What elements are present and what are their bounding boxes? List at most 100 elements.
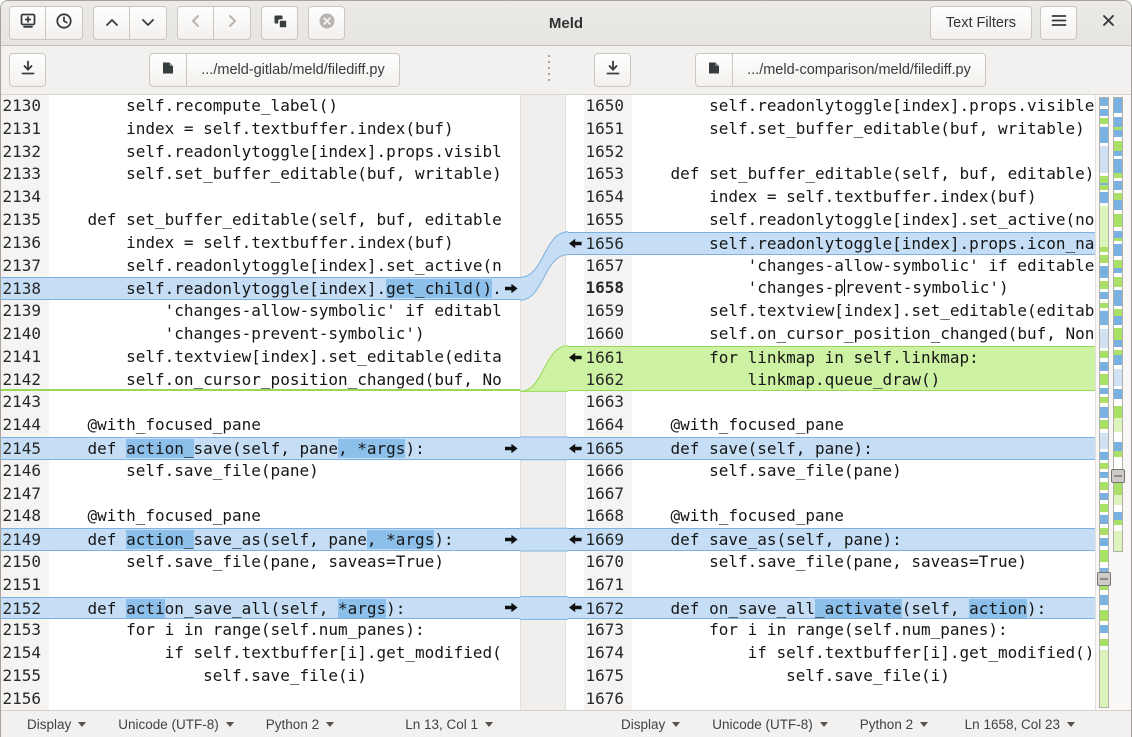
cursor-position-left[interactable]: Ln 13, Col 1 (405, 717, 493, 732)
code-text[interactable] (632, 688, 1095, 710)
code-text[interactable]: def action_save(self, pane, *args): (49, 438, 502, 459)
code-text[interactable]: @with_focused_pane (49, 414, 502, 437)
code-text[interactable] (632, 574, 1095, 597)
code-text[interactable] (49, 688, 502, 710)
encoding-dropdown-left[interactable]: Unicode (UTF-8) (118, 717, 234, 732)
chunk-map-right[interactable] (1111, 97, 1125, 552)
code-text[interactable]: self.textview[index].set_editable(editab… (632, 300, 1095, 323)
code-text[interactable]: 'changes-allow-symbolic' if editable els… (632, 255, 1095, 278)
display-dropdown-left[interactable]: Display (27, 717, 87, 732)
code-text[interactable]: for i in range(self.num_panes): (49, 619, 502, 642)
code-text[interactable]: def save(self, pane): (632, 438, 1095, 459)
code-text[interactable]: 'changes-prevent-symbolic') (632, 277, 1095, 300)
text-filters-button[interactable]: Text Filters (929, 6, 1032, 40)
menu-button[interactable] (1040, 6, 1077, 40)
code-text[interactable]: self.save_file(pane) (49, 460, 502, 483)
code-text[interactable]: for linkmap in self.linkmap: (632, 347, 1095, 369)
push-change-right-button[interactable] (502, 529, 520, 550)
code-text[interactable]: @with_focused_pane (49, 505, 502, 528)
encoding-dropdown-right[interactable]: Unicode (UTF-8) (712, 717, 828, 732)
code-text[interactable]: def set_buffer_editable(self, buf, edita… (49, 209, 502, 232)
next-change-button[interactable] (130, 6, 167, 40)
code-text[interactable]: self.textview[index].set_editable(editab… (49, 346, 502, 369)
display-dropdown-right[interactable]: Display (621, 717, 681, 732)
push-change-right-button[interactable] (502, 278, 520, 299)
code-text[interactable]: self.readonlytoggle[index].set_active(no… (49, 255, 502, 278)
code-text[interactable] (49, 186, 502, 209)
code-text[interactable]: def set_buffer_editable(self, buf, edita… (632, 163, 1095, 186)
copy-button[interactable] (261, 6, 298, 40)
code-text[interactable]: self.recompute_label() (49, 95, 502, 118)
code-text[interactable]: @with_focused_pane (632, 414, 1095, 437)
code-text[interactable]: self.set_buffer_editable(buf, writable) (49, 163, 502, 186)
code-text[interactable]: def action_save_as(self, pane, *args): (49, 529, 502, 550)
file-path-right[interactable]: .../meld-comparison/meld/filediff.py (733, 53, 986, 87)
code-text[interactable]: index = self.textbuffer.index(buf) (49, 118, 502, 141)
recent-comparisons-button[interactable] (46, 6, 83, 40)
code-text[interactable]: 'changes-prevent-symbolic') (49, 323, 502, 346)
line-number: 1669 (585, 530, 624, 550)
push-change-right-button[interactable] (502, 598, 520, 619)
action-gutter (502, 574, 520, 597)
code-text[interactable]: self.readonlytoggle[index].props.visible… (632, 95, 1095, 118)
minimap-segment (1114, 244, 1122, 257)
code-text[interactable]: self.save_file(pane, saveas=True) (49, 551, 502, 574)
code-text[interactable]: self.on_cursor_position_changed(buf, Non… (49, 369, 502, 390)
code-text[interactable]: index = self.textbuffer.index(buf) (49, 232, 502, 255)
code-line: 1672 def on_save_all_activate(self, acti… (566, 596, 1095, 620)
push-change-left-button[interactable] (566, 598, 584, 619)
code-text[interactable]: self.on_cursor_position_changed(buf, Non… (632, 323, 1095, 346)
action-gutter (566, 574, 584, 597)
minimap-scroll-handle[interactable] (1097, 572, 1111, 586)
code-text[interactable]: if self.textbuffer[i].get_modified(): (632, 642, 1095, 665)
code-text[interactable] (49, 391, 502, 414)
code-text[interactable] (632, 141, 1095, 164)
code-text[interactable]: linkmap.queue_draw() (632, 369, 1095, 391)
code-text[interactable]: for i in range(self.num_panes): (632, 619, 1095, 642)
left-text-pane[interactable]: 2130 self.recompute_label() 2131 index = … (1, 95, 520, 710)
code-text[interactable]: self.readonlytoggle[index].props.icon_na… (632, 233, 1095, 254)
syntax-dropdown-left[interactable]: Python 2 (266, 717, 335, 732)
code-text[interactable]: self.readonlytoggle[index].props.visible… (49, 141, 502, 164)
push-change-left-button[interactable] (566, 529, 584, 550)
open-file-right-button[interactable] (695, 53, 734, 87)
code-text[interactable]: self.readonlytoggle[index].get_child().p… (49, 278, 502, 299)
code-text[interactable]: @with_focused_pane (632, 505, 1095, 528)
code-text[interactable]: def save_as(self, pane): (632, 529, 1095, 550)
code-text[interactable]: 'changes-allow-symbolic' if editable els… (49, 300, 502, 323)
code-text[interactable]: self.readonlytoggle[index].set_active(no… (632, 209, 1095, 232)
minimap-segment (1114, 230, 1122, 238)
cursor-position-right[interactable]: Ln 1658, Col 23 (965, 717, 1075, 732)
syntax-dropdown-right[interactable]: Python 2 (860, 717, 929, 732)
push-change-left-button[interactable] (566, 438, 584, 459)
action-gutter (566, 460, 584, 483)
chunk-map-left[interactable] (1097, 97, 1111, 708)
push-change-left-button[interactable] (566, 233, 584, 254)
code-text[interactable]: self.save_file(pane, saveas=True) (632, 551, 1095, 574)
open-file-left-button[interactable] (149, 53, 188, 87)
file-path-left[interactable]: .../meld-gitlab/meld/filediff.py (187, 53, 400, 87)
code-text[interactable] (49, 483, 502, 506)
save-right-button[interactable] (594, 53, 631, 87)
code-text[interactable]: self.save_file(i) (632, 665, 1095, 688)
right-text-pane[interactable]: 1650 self.readonlytoggle[index].props.vi… (566, 95, 1095, 710)
code-text[interactable]: self.save_file(pane) (632, 460, 1095, 483)
window-close-button[interactable] (1093, 8, 1123, 38)
code-text[interactable]: def on_save_all_activate(self, action): (632, 598, 1095, 619)
code-text[interactable] (632, 391, 1095, 414)
code-text[interactable] (632, 483, 1095, 506)
push-change-left-button[interactable] (566, 347, 584, 369)
push-change-right-button[interactable] (502, 438, 520, 459)
code-text[interactable]: index = self.textbuffer.index(buf) (632, 186, 1095, 209)
code-text[interactable]: if self.textbuffer[i].get_modified(): (49, 642, 502, 665)
code-text[interactable] (49, 574, 502, 597)
action-gutter (566, 391, 584, 414)
previous-change-button[interactable] (93, 6, 130, 40)
save-left-button[interactable] (9, 53, 46, 87)
new-comparison-button[interactable] (9, 6, 46, 40)
overview-map[interactable] (1095, 95, 1131, 710)
code-text[interactable]: self.set_buffer_editable(buf, writable) (632, 118, 1095, 141)
code-text[interactable]: def action_save_all(self, *args): (49, 598, 502, 619)
code-text[interactable]: self.save_file(i) (49, 665, 502, 688)
minimap-scroll-handle[interactable] (1111, 469, 1125, 483)
